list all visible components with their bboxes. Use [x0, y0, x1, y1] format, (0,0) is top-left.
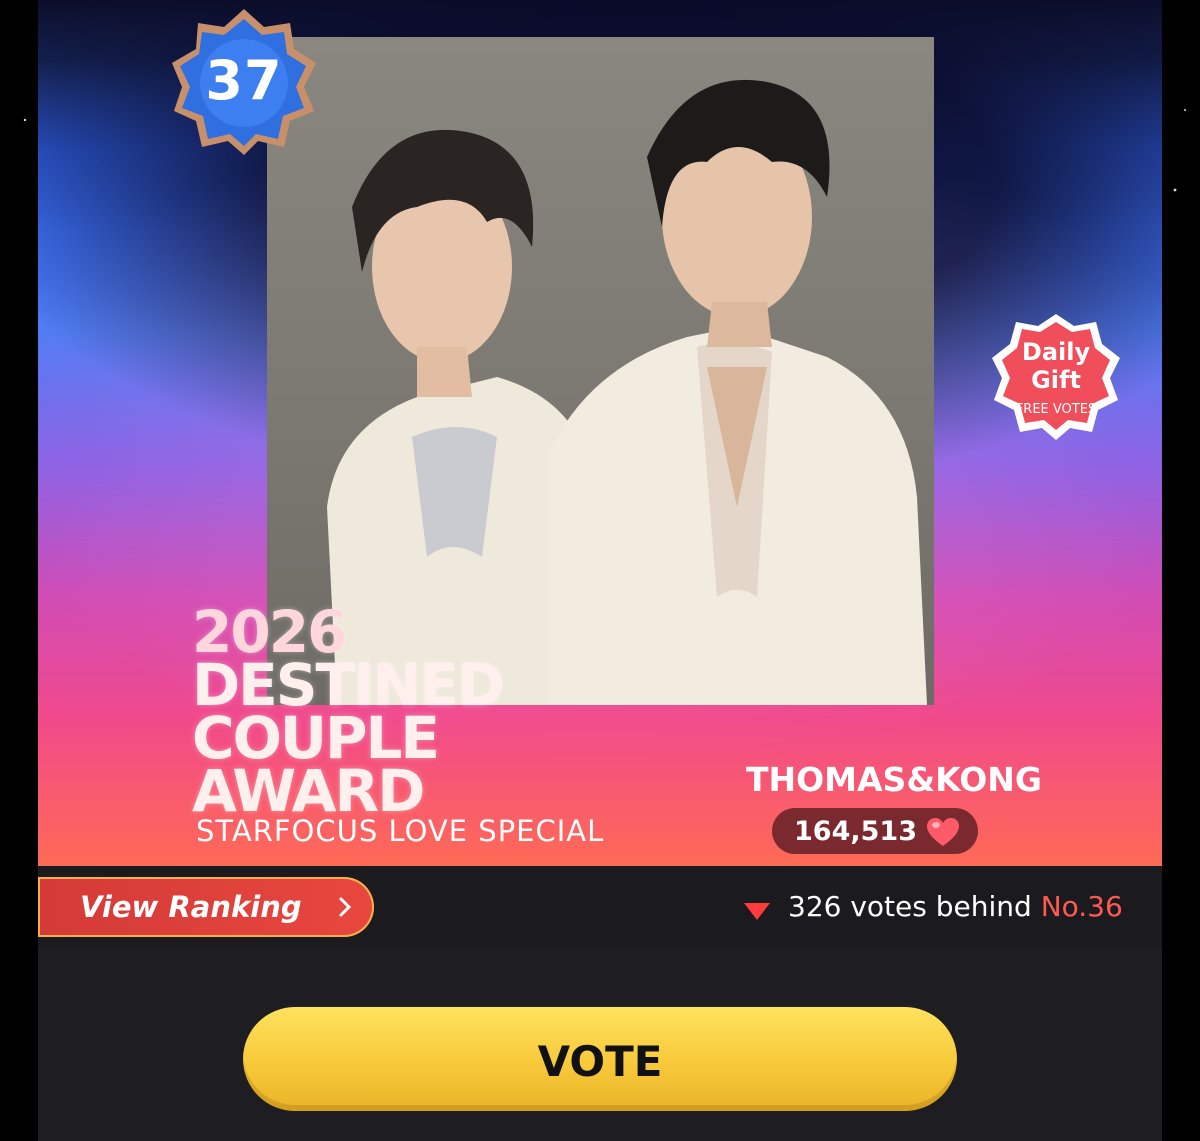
award-subtitle: STARFOCUS LOVE SPECIAL [196, 814, 605, 848]
couple-photo-illustration [327, 79, 927, 705]
down-triangle-icon [744, 903, 770, 920]
vote-count: 164,513 [794, 816, 917, 847]
award-title: 2026 DESTINED COUPLE AWARD [192, 603, 692, 825]
rank-badge: 37 [168, 5, 320, 157]
rank-number: 37 [205, 49, 283, 112]
vote-button-label: VOTE [537, 1037, 663, 1086]
screen: 37 2026 DESTINED COUPLE AWARD STARFOCUS … [0, 0, 1200, 1141]
award-title-line-4: AWARD [192, 757, 425, 825]
couple-photo [267, 37, 934, 705]
daily-gift-button[interactable]: Daily Gift FREE VOTES [990, 312, 1122, 442]
view-ranking-label: View Ranking [80, 890, 302, 924]
vote-button[interactable]: VOTE [243, 1007, 957, 1111]
votes-behind-label: 326 votes behind [788, 890, 1041, 923]
daily-gift-line1: Daily [1021, 338, 1091, 366]
daily-gift-line3: FREE VOTES [1015, 402, 1097, 417]
chevron-right-icon [339, 897, 352, 917]
votes-behind-rank: No.36 [1040, 890, 1123, 923]
daily-gift-line2: Gift [1031, 366, 1081, 394]
vote-count-pill: 164,513 [772, 808, 978, 854]
heart-icon [927, 818, 959, 846]
votes-behind-text: 326 votes behind No.36 [788, 890, 1123, 923]
couple-name: THOMAS&KONG [746, 760, 1042, 799]
view-ranking-button[interactable]: View Ranking [38, 877, 374, 937]
